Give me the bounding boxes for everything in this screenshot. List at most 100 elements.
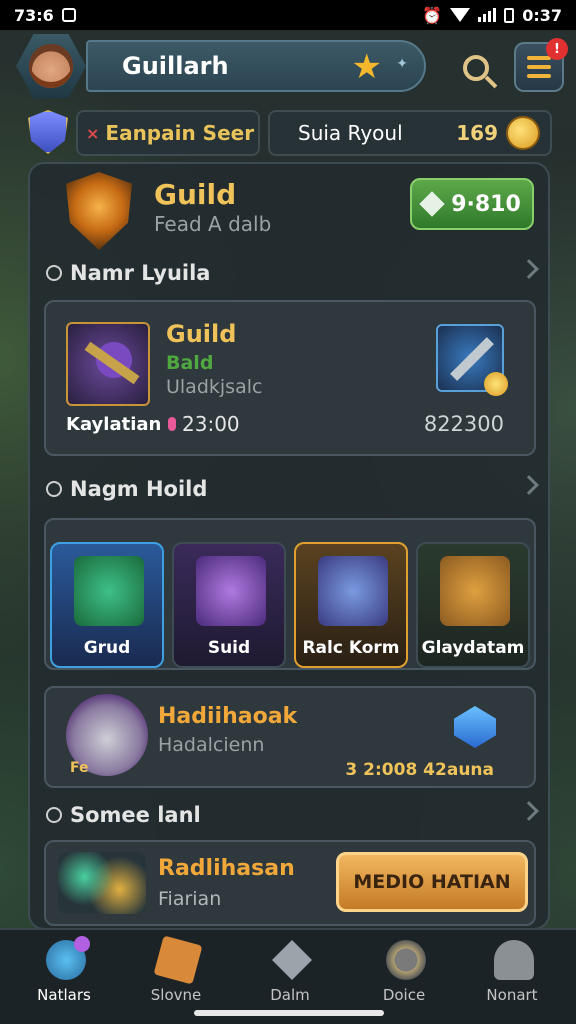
tile-suid[interactable]: Suid bbox=[172, 542, 286, 668]
sword-icon bbox=[272, 940, 312, 980]
home-indicator[interactable] bbox=[194, 1010, 384, 1016]
gems-bundle-icon bbox=[58, 852, 146, 914]
close-icon: × bbox=[86, 123, 100, 143]
menu-line bbox=[527, 74, 551, 78]
avatar-face bbox=[29, 44, 73, 88]
resource-pill[interactable]: Suia Ryoul 169 bbox=[268, 110, 552, 156]
menu-line bbox=[527, 56, 551, 60]
section-header-3[interactable]: Somee lanl bbox=[46, 800, 539, 830]
chevron-right-icon bbox=[519, 259, 539, 279]
scroll-icon bbox=[153, 935, 203, 985]
section-header-2[interactable]: Nagm Hoild bbox=[46, 474, 539, 504]
card-title: Hadiihaoak bbox=[158, 704, 298, 729]
creature-card[interactable]: Fe Hadiihaoak Hadalcienn 3 2:008 42auna bbox=[44, 686, 536, 788]
nav-item-doice[interactable]: Doice bbox=[354, 936, 454, 1008]
check-circle-icon bbox=[46, 481, 62, 497]
avatar[interactable] bbox=[16, 34, 86, 98]
coin-icon bbox=[484, 372, 508, 396]
nav-item-natlars[interactable]: Natlars bbox=[14, 936, 114, 1008]
chevron-right-icon bbox=[519, 801, 539, 821]
tile-glaydatam[interactable]: Glaydatam bbox=[416, 542, 530, 668]
guild-item-card[interactable]: Guild Bald Uladkjsalc Kaylatian 23:00 82… bbox=[44, 300, 536, 456]
event-pill[interactable]: × Eanpain Seer bbox=[76, 110, 260, 156]
coin-icon bbox=[506, 116, 540, 150]
nav-label: Dalm bbox=[270, 986, 310, 1004]
currency-row: × Eanpain Seer Suia Ryoul 169 bbox=[0, 106, 576, 160]
guild-action-button[interactable]: 9·810 bbox=[410, 178, 534, 230]
section-title: Namr Lyuila bbox=[70, 261, 211, 285]
card-price: 3 2:008 42auna bbox=[345, 760, 494, 780]
item-art bbox=[196, 556, 266, 626]
section-title: Nagm Hoild bbox=[70, 477, 208, 501]
tile-label: Grud bbox=[83, 638, 131, 658]
card-description: Uladkjsalc bbox=[166, 376, 263, 398]
status-left-text: 73:6 bbox=[14, 5, 54, 25]
item-price: 23:00 bbox=[168, 412, 240, 436]
tile-label: Suid bbox=[207, 638, 251, 658]
card-subtitle: Fiarian bbox=[158, 888, 222, 910]
wifi-icon bbox=[450, 8, 471, 22]
tile-label: Ralc Korm bbox=[302, 638, 400, 658]
top-bar: Guillarh ★ ✦ ! bbox=[0, 32, 576, 100]
notification-dot bbox=[74, 936, 90, 952]
item-art bbox=[440, 556, 510, 626]
nav-item-nonart[interactable]: Nonart bbox=[462, 936, 562, 1008]
signal-icon bbox=[478, 8, 497, 22]
profile-icon bbox=[494, 940, 534, 980]
guild-title: Guild bbox=[154, 178, 237, 211]
offer-card: Radlihasan Fiarian MEDIO HATIAN bbox=[44, 840, 536, 926]
guild-subtitle: Fead A dalb bbox=[154, 212, 272, 236]
status-time: 0:37 bbox=[522, 5, 562, 25]
nav-label: Doice bbox=[382, 986, 426, 1004]
nav-item-dalm[interactable]: Dalm bbox=[240, 936, 340, 1008]
tile-label: Glaydatam bbox=[421, 638, 525, 658]
menu-line bbox=[527, 65, 551, 69]
status-bar: 73:6 ⏰ 0:37 bbox=[0, 0, 576, 30]
card-subtitle: Bald bbox=[166, 352, 214, 374]
item-art bbox=[318, 556, 388, 626]
check-circle-icon bbox=[46, 265, 62, 281]
tile-ralc-korm[interactable]: Ralc Korm bbox=[294, 542, 408, 668]
item-tiles: Grud Suid Ralc Korm Glaydatam bbox=[44, 518, 536, 670]
notification-icon bbox=[61, 8, 76, 22]
card-title: Guild bbox=[166, 320, 237, 348]
item-art bbox=[74, 556, 144, 626]
hammer-item-icon[interactable] bbox=[436, 324, 508, 396]
player-name: Guillarh bbox=[122, 52, 229, 80]
blue-gem-icon bbox=[454, 706, 496, 748]
guild-action-amount: 9·810 bbox=[451, 191, 521, 217]
notification-badge: ! bbox=[546, 38, 568, 60]
sparkle-icon: ✦ bbox=[396, 56, 408, 72]
gem-icon bbox=[168, 417, 176, 431]
item-value: 822300 bbox=[423, 412, 504, 436]
check-circle-icon bbox=[46, 807, 62, 823]
item-label: Kaylatian bbox=[66, 414, 162, 435]
menu-button[interactable]: ! bbox=[514, 38, 568, 92]
guild-panel: Guild Fead A dalb 9·810 Namr Lyuila Guil… bbox=[28, 162, 550, 930]
search-button[interactable] bbox=[450, 42, 502, 94]
guild-shield-icon bbox=[66, 172, 132, 250]
search-icon bbox=[463, 55, 489, 81]
nav-label: Nonart bbox=[486, 986, 538, 1004]
nav-label: Slovne bbox=[150, 986, 202, 1004]
card-title: Radlihasan bbox=[158, 856, 295, 881]
gem-icon bbox=[419, 191, 445, 217]
nav-label: Natlars bbox=[37, 986, 91, 1004]
section-header-1[interactable]: Namr Lyuila bbox=[46, 258, 539, 288]
player-name-bar[interactable]: Guillarh ★ ✦ bbox=[86, 40, 426, 92]
section-title: Somee lanl bbox=[70, 803, 201, 827]
event-label: Eanpain Seer bbox=[105, 121, 255, 145]
resource-label: Suia Ryoul bbox=[298, 121, 403, 145]
nav-item-slovne[interactable]: Slovne bbox=[126, 935, 226, 1008]
price-value: 23:00 bbox=[182, 412, 240, 436]
resource-amount: 169 bbox=[456, 121, 498, 145]
tile-grud[interactable]: Grud bbox=[50, 542, 164, 668]
offer-button[interactable]: MEDIO HATIAN bbox=[336, 852, 528, 912]
card-subtitle: Hadalcienn bbox=[158, 734, 265, 756]
star-icon: ★ bbox=[351, 47, 382, 87]
rank-shield-icon[interactable] bbox=[28, 110, 68, 154]
creature-tag: Fe bbox=[70, 760, 89, 776]
battery-icon bbox=[504, 7, 515, 23]
alarm-icon: ⏰ bbox=[422, 5, 443, 25]
weapon-item-icon bbox=[66, 322, 150, 406]
